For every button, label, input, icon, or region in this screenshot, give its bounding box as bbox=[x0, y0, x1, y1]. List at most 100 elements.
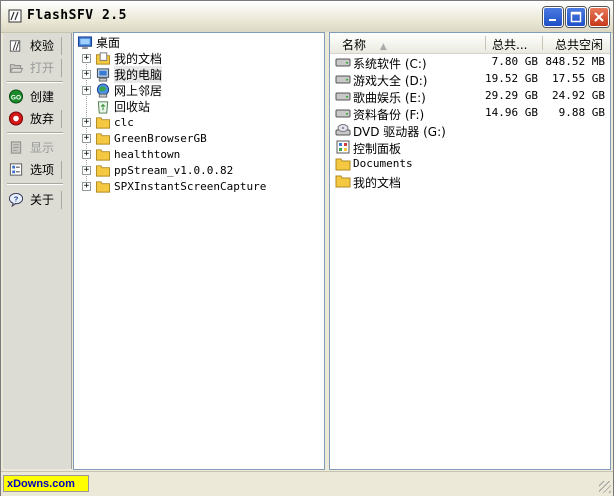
folder-icon bbox=[95, 148, 111, 161]
verify-label: 校验 bbox=[30, 38, 55, 53]
drive-total: 7.80 GB bbox=[491, 55, 538, 68]
about-label: 关于 bbox=[30, 192, 55, 207]
create-button[interactable]: GO 创建 bbox=[5, 86, 65, 106]
resize-grip[interactable] bbox=[599, 481, 611, 493]
app-logo-icon bbox=[8, 9, 22, 23]
maximize-icon bbox=[570, 11, 582, 23]
list-row[interactable]: 歌曲娱乐 (E:) 29.29 GB 24.92 GB bbox=[330, 88, 610, 105]
options-button[interactable]: 选项 bbox=[5, 159, 65, 179]
tree-item-label: ppStream_v1.0.0.82 bbox=[114, 163, 234, 177]
status-bar bbox=[1, 471, 613, 496]
watermark-badge: xDowns.com bbox=[3, 475, 89, 492]
list-header: 名称 ▲ 总共... 总共空闲 bbox=[330, 33, 610, 54]
column-divider[interactable] bbox=[485, 36, 486, 50]
list-row[interactable]: 游戏大全 (D:) 19.52 GB 17.55 GB bbox=[330, 71, 610, 88]
folder-icon bbox=[95, 180, 111, 193]
list-row[interactable]: 资料备份 (F:) 14.96 GB 9.88 GB bbox=[330, 105, 610, 122]
folder-icon bbox=[335, 158, 351, 171]
tree-item-folder[interactable]: + clc bbox=[82, 114, 134, 130]
create-label: 创建 bbox=[30, 89, 55, 104]
about-help-icon: ? bbox=[8, 192, 24, 207]
abort-icon bbox=[8, 110, 24, 126]
options-icon bbox=[9, 162, 23, 176]
folder-tree[interactable]: 桌面 + 我的文档 + 我的电脑 + 网上邻居 回收站 + clc + Gree… bbox=[73, 32, 325, 470]
tree-item-desktop[interactable]: 桌面 bbox=[77, 34, 120, 50]
toolbar-divider bbox=[61, 110, 62, 128]
title-bar[interactable]: FlashSFV 2.5 bbox=[1, 1, 613, 33]
toolbar-divider bbox=[61, 161, 62, 179]
toolbar-separator bbox=[7, 183, 63, 185]
expand-toggle[interactable]: + bbox=[82, 85, 91, 95]
app-window: FlashSFV 2.5 校验 打开 GO 创建 放弃 显示 选项 ? 关于 桌… bbox=[0, 0, 614, 496]
tree-item-recycle-bin[interactable]: 回收站 bbox=[95, 98, 150, 114]
tree-item-label: healthtown bbox=[114, 147, 181, 161]
create-go-icon: GO bbox=[8, 88, 24, 104]
tree-item-label: SPXInstantScreenCapture bbox=[114, 179, 267, 193]
abort-button[interactable]: 放弃 bbox=[5, 108, 65, 128]
drive-name: 游戏大全 (D:) bbox=[353, 74, 428, 88]
network-globe-icon bbox=[96, 82, 110, 98]
item-name: Documents bbox=[353, 157, 413, 170]
list-row[interactable]: 我的文档 bbox=[330, 173, 610, 190]
column-header-free[interactable]: 总共空闲 bbox=[555, 36, 603, 53]
window-title: FlashSFV 2.5 bbox=[27, 8, 127, 23]
expand-toggle[interactable]: + bbox=[82, 133, 91, 143]
toolbar-divider bbox=[61, 191, 62, 209]
tree-item-my-documents[interactable]: + 我的文档 bbox=[82, 50, 162, 66]
drive-free: 17.55 GB bbox=[552, 72, 605, 85]
list-row[interactable]: 控制面板 bbox=[330, 139, 610, 156]
expand-toggle[interactable]: + bbox=[82, 69, 91, 79]
open-button[interactable]: 打开 bbox=[5, 57, 65, 77]
hard-drive-icon bbox=[335, 92, 351, 101]
tree-item-label: 我的文档 bbox=[114, 51, 163, 66]
expand-toggle[interactable]: + bbox=[82, 181, 91, 191]
toolbar-divider bbox=[61, 59, 62, 77]
display-button[interactable]: 显示 bbox=[5, 137, 65, 157]
drive-name: 系统软件 (C:) bbox=[353, 57, 427, 71]
tree-item-label: 桌面 bbox=[96, 35, 121, 50]
column-header-name[interactable]: 名称 ▲ bbox=[342, 36, 387, 53]
drive-free: 9.88 GB bbox=[558, 106, 605, 119]
expand-toggle[interactable]: + bbox=[82, 165, 91, 175]
verify-icon bbox=[9, 39, 21, 52]
options-label: 选项 bbox=[30, 162, 55, 177]
display-label: 显示 bbox=[30, 140, 55, 155]
minimize-button[interactable] bbox=[543, 7, 563, 27]
tree-item-label: 回收站 bbox=[114, 99, 151, 114]
folder-icon bbox=[335, 175, 351, 188]
list-row[interactable]: Documents bbox=[330, 156, 610, 173]
drive-total: 29.29 GB bbox=[485, 89, 538, 102]
list-row[interactable]: DVD 驱动器 (G:) bbox=[330, 122, 610, 139]
close-icon bbox=[594, 12, 604, 22]
tree-item-label: 我的电脑 bbox=[114, 65, 163, 83]
about-button[interactable]: ? 关于 bbox=[5, 189, 65, 209]
column-divider[interactable] bbox=[542, 36, 543, 50]
tree-item-network[interactable]: + 网上邻居 bbox=[82, 82, 162, 98]
tree-item-folder[interactable]: + GreenBrowserGB bbox=[82, 130, 207, 146]
recycle-bin-icon bbox=[97, 100, 109, 114]
expand-toggle[interactable]: + bbox=[82, 149, 91, 159]
drive-free: 24.92 GB bbox=[552, 89, 605, 102]
svg-text:?: ? bbox=[14, 194, 19, 203]
tree-item-my-computer[interactable]: + 我的电脑 bbox=[82, 65, 163, 83]
list-row[interactable]: 系统软件 (C:) 7.80 GB 848.52 MB bbox=[330, 54, 610, 71]
tree-item-label: 网上邻居 bbox=[114, 83, 163, 98]
tree-item-folder[interactable]: + SPXInstantScreenCapture bbox=[82, 178, 266, 194]
drive-name: 资料备份 (F:) bbox=[353, 108, 425, 122]
tree-item-folder[interactable]: + ppStream_v1.0.0.82 bbox=[82, 162, 233, 178]
maximize-button[interactable] bbox=[566, 7, 586, 27]
expand-toggle[interactable]: + bbox=[82, 117, 91, 127]
item-name: 我的文档 bbox=[353, 176, 402, 190]
expand-toggle[interactable]: + bbox=[82, 53, 91, 63]
tree-item-folder[interactable]: + healthtown bbox=[82, 146, 180, 162]
sort-ascending-icon: ▲ bbox=[379, 42, 387, 52]
file-list[interactable]: 名称 ▲ 总共... 总共空闲 系统软件 (C:) 7.80 GB 848.52… bbox=[329, 32, 611, 470]
column-header-total[interactable]: 总共... bbox=[492, 36, 527, 53]
toolbar-divider bbox=[61, 37, 62, 55]
open-label: 打开 bbox=[30, 60, 55, 75]
dvd-drive-icon bbox=[335, 124, 351, 136]
drive-name: 歌曲娱乐 (E:) bbox=[353, 91, 426, 105]
folder-icon bbox=[95, 132, 111, 145]
close-button[interactable] bbox=[589, 7, 609, 27]
verify-button[interactable]: 校验 bbox=[5, 35, 65, 55]
